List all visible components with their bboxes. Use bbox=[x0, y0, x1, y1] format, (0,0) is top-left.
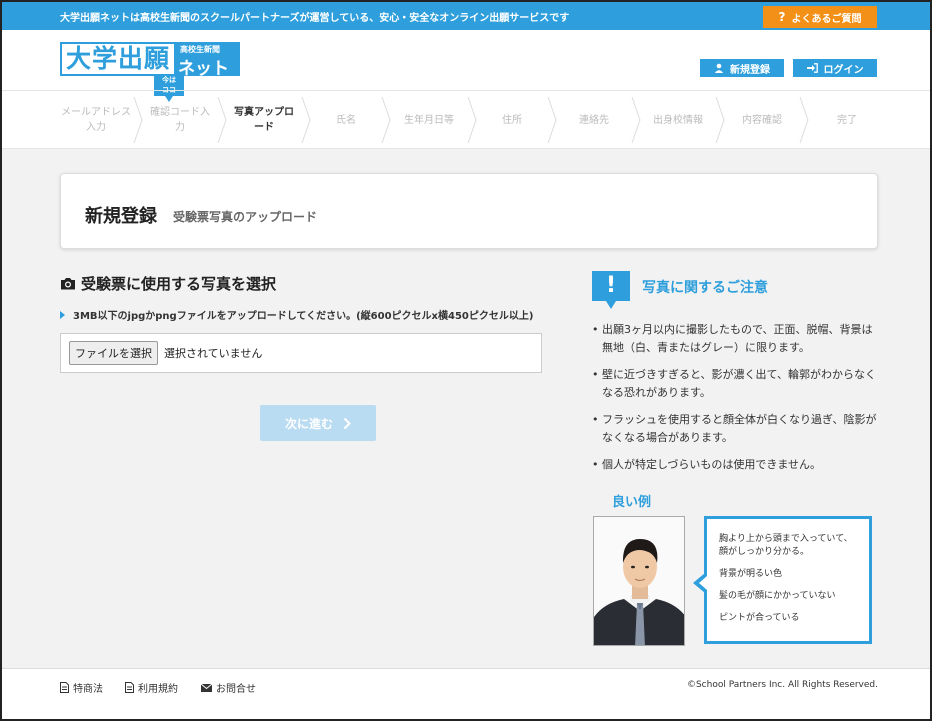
login-icon bbox=[806, 63, 818, 73]
footer-link-contact[interactable]: お問合せ bbox=[201, 680, 256, 695]
question-icon: ? bbox=[778, 10, 786, 24]
next-button[interactable]: 次に進む bbox=[260, 405, 376, 441]
file-status-text: 選択されていません bbox=[164, 347, 263, 360]
portrait-image bbox=[594, 517, 684, 645]
user-icon bbox=[714, 63, 724, 73]
login-label: ログイン bbox=[823, 64, 864, 76]
triangle-right-icon bbox=[60, 310, 65, 319]
document-icon bbox=[60, 682, 69, 693]
chevron-right-icon bbox=[343, 417, 351, 429]
footer-link-tokushoho[interactable]: 特商法 bbox=[60, 680, 103, 695]
page-frame: 大学出願ネットは高校生新聞のスクールパートナーズが運営している、安心・安全なオン… bbox=[0, 0, 932, 721]
step-photo-upload: 写真アップロ ード bbox=[222, 91, 311, 149]
copyright-text: ©School Partners Inc. All Rights Reserve… bbox=[686, 680, 878, 690]
step-address: 住所 bbox=[472, 91, 557, 149]
good-point: ピントが合っている bbox=[719, 613, 800, 623]
step-birthdate: 生年月日等 bbox=[386, 91, 477, 149]
main-content: 新規登録 受験票写真のアップロード 受験票に使用する写真を選択 3MB以下のjp… bbox=[2, 148, 930, 668]
mail-icon bbox=[201, 683, 212, 692]
register-button[interactable]: 新規登録 bbox=[700, 59, 784, 77]
registration-steps: メールアドレス 入力 確認コード入力 写真アップロ ード 氏名 生年月日等 住所 連… bbox=[2, 90, 930, 148]
faq-label: よくあるご質問 bbox=[791, 13, 862, 25]
register-label: 新規登録 bbox=[730, 64, 770, 76]
top-announcement-bar: 大学出願ネットは高校生新聞のスクールパートナーズが運営している、安心・安全なオン… bbox=[2, 2, 930, 30]
good-example-bubble: 胸より上から頭まで入っていて、顔がしっかり分かる。 背景が明るい色 髪の毛が顔に… bbox=[693, 516, 872, 644]
step-school-info: 出身校情報 bbox=[636, 91, 725, 149]
caution-item: 出願3ヶ月以内に撮影したもので、正面、脱帽、背景は無地（白、青またはグレー）に限… bbox=[592, 321, 882, 357]
logo-sub-main: ネット bbox=[178, 59, 230, 79]
good-point: 髪の毛が顔にかかっていない bbox=[719, 591, 836, 601]
caution-item: 個人が特定しづらいものは使用できません。 bbox=[592, 456, 882, 474]
upload-section-heading: 受験票に使用する写真を選択 bbox=[60, 273, 276, 294]
footer-link-terms[interactable]: 利用規約 bbox=[125, 680, 178, 695]
login-button[interactable]: ログイン bbox=[793, 59, 877, 77]
good-example-photo bbox=[593, 516, 685, 646]
page-subtitle: 受験票写真のアップロード bbox=[173, 210, 318, 224]
step-confirm-code: 確認コード入力 bbox=[138, 91, 227, 149]
faq-button[interactable]: ? よくあるご質問 bbox=[763, 6, 877, 28]
step-review: 内容確認 bbox=[720, 91, 809, 149]
next-label: 次に進む bbox=[284, 416, 333, 431]
document-icon bbox=[125, 682, 134, 693]
caution-list: 出願3ヶ月以内に撮影したもので、正面、脱帽、背景は無地（白、青またはグレー）に限… bbox=[592, 321, 882, 483]
step-email: メールアドレス 入力 bbox=[54, 91, 143, 149]
upload-requirements-note: 3MB以下のjpgかpngファイルをアップロードしてください。(縦600ピクセル… bbox=[60, 307, 533, 322]
choose-file-button[interactable]: ファイルを選択 bbox=[69, 341, 158, 365]
good-example-title: 良い例 bbox=[612, 495, 652, 510]
step-name: 氏名 bbox=[306, 91, 391, 149]
file-input-box: ファイルを選択 選択されていません bbox=[60, 333, 542, 373]
announcement-text: 大学出願ネットは高校生新聞のスクールパートナーズが運営している、安心・安全なオン… bbox=[60, 13, 570, 24]
caution-item: 壁に近づきすぎると、影が濃く出て、輪郭がわからなくなる恐れがあります。 bbox=[592, 366, 882, 402]
camera-icon bbox=[61, 278, 75, 290]
caution-title: 写真に関するご注意 bbox=[642, 280, 768, 296]
logo-main-text: 大学出願 bbox=[60, 42, 177, 76]
page-title-card: 新規登録 受験票写真のアップロード bbox=[60, 173, 878, 249]
logo-sub-block: 高校生新聞 ネット bbox=[176, 42, 241, 79]
page-title: 新規登録 bbox=[85, 206, 157, 227]
step-contact: 連絡先 bbox=[552, 91, 641, 149]
good-point: 背景が明るい色 bbox=[719, 569, 783, 579]
exclamation-icon: ! bbox=[592, 271, 630, 309]
step-complete: 完了 bbox=[837, 114, 857, 126]
site-logo[interactable]: 大学出願 高校生新聞 ネット bbox=[60, 42, 241, 79]
caution-item: フラッシュを使用すると顔全体が白くなり過ぎ、陰影がなくなる場合があります。 bbox=[592, 411, 882, 447]
footer: 特商法 利用規約 お問合せ ©School Partners Inc. All … bbox=[2, 668, 930, 719]
good-point: 胸より上から頭まで入っていて、顔がしっかり分かる。 bbox=[719, 534, 853, 557]
